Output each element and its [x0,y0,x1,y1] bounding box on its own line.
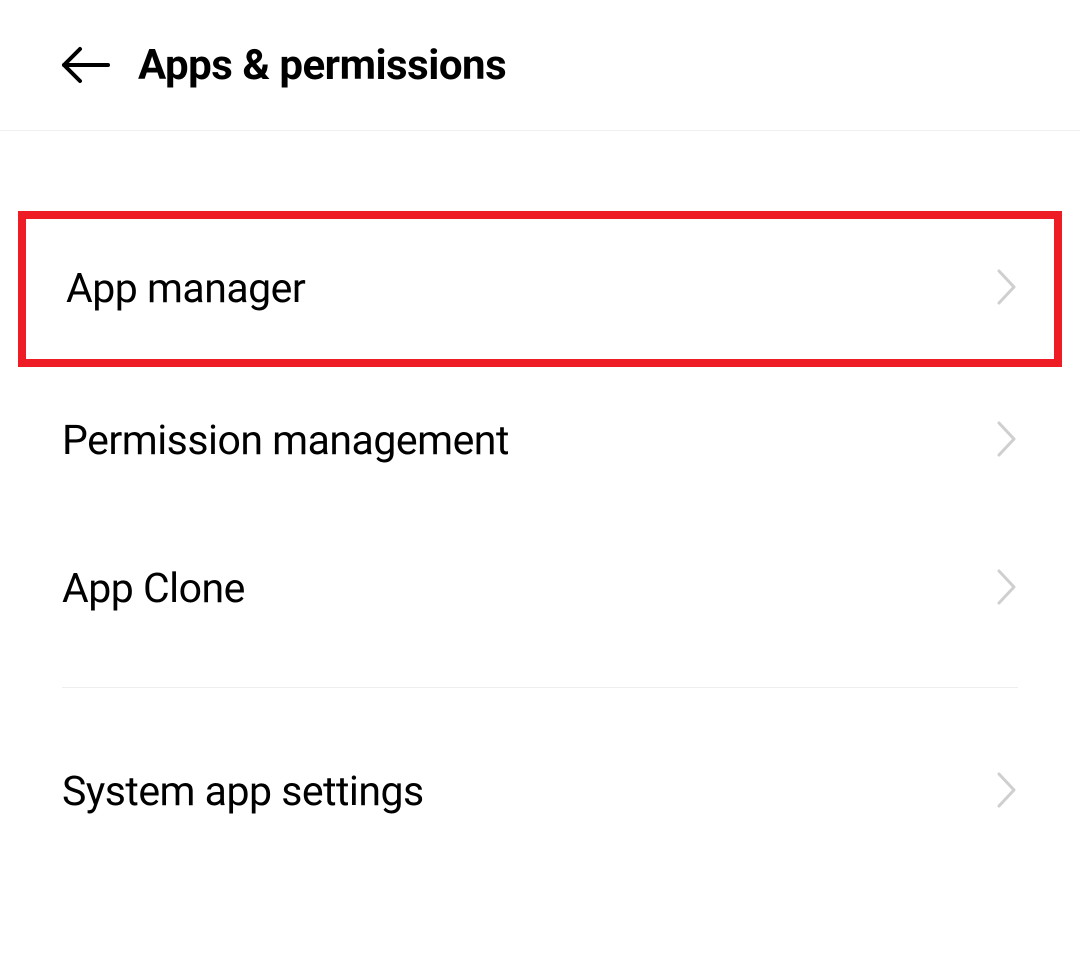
spacer [0,131,1080,211]
header: Apps & permissions [0,0,1080,131]
list-item-label: App manager [66,265,305,313]
chevron-right-icon [996,420,1018,462]
list-item-label: Permission management [62,417,509,465]
list-item-label: System app settings [62,768,424,816]
chevron-right-icon [996,268,1018,310]
list-item-app-clone[interactable]: App Clone [0,515,1080,663]
list-item-app-manager[interactable]: App manager [26,219,1054,359]
page-title: Apps & permissions [138,41,506,90]
chevron-right-icon [996,771,1018,813]
back-arrow-icon[interactable] [60,40,110,90]
list-item-label: App Clone [62,565,245,613]
chevron-right-icon [996,568,1018,610]
list-item-permission-management[interactable]: Permission management [0,367,1080,515]
highlighted-box: App manager [18,211,1062,367]
section-divider [62,687,1018,688]
list-item-system-app-settings[interactable]: System app settings [0,718,1080,866]
